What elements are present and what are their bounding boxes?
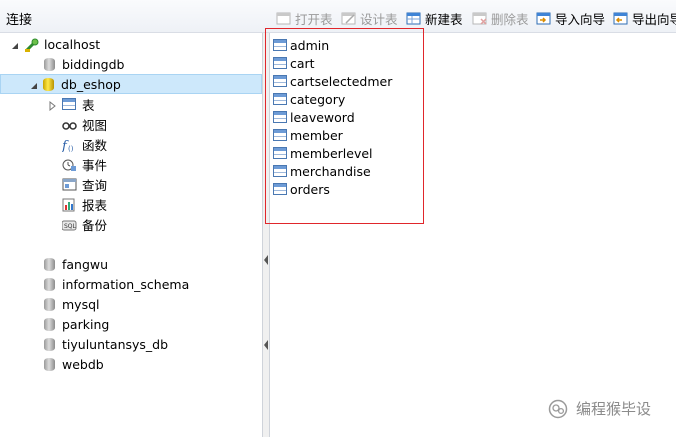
table-icon [62, 97, 76, 111]
wechat-logo-icon [548, 399, 568, 419]
svg-text:(): () [68, 145, 74, 152]
watermark-text: 编程猴毕设 [576, 400, 652, 418]
tree-item-biddingdb[interactable]: biddingdb [44, 54, 124, 74]
tree-item-fangwu[interactable]: fangwu [44, 254, 108, 274]
tree-label: 视图 [82, 117, 108, 133]
tree-label: 表 [82, 97, 95, 113]
expand-arrow-icon[interactable] [48, 99, 58, 112]
tree-label: parking [62, 316, 110, 332]
connection-icon [24, 38, 39, 52]
function-icon: f() [61, 138, 76, 154]
svg-text:SQL: SQL [64, 223, 77, 230]
tree-item-reports[interactable]: 报表 [62, 194, 107, 214]
tree-label: db_eshop [61, 76, 121, 92]
tree-item-parking[interactable]: parking [44, 314, 109, 334]
tree-label: webdb [62, 356, 104, 372]
database-icon [44, 297, 55, 311]
delete-table-button[interactable]: 删除表 [472, 9, 529, 27]
tree-label: information_schema [62, 276, 190, 292]
new-table-label: 新建表 [425, 11, 463, 27]
tree-item-functions[interactable]: f() 函数 [61, 134, 108, 154]
tree-label: fangwu [62, 256, 109, 272]
backup-icon: SQL [61, 218, 77, 231]
database-icon [43, 77, 54, 91]
tree-label: tiyuluntansys_db [62, 336, 169, 352]
tree-label: 报表 [82, 197, 108, 213]
database-icon [44, 357, 55, 371]
database-icon [44, 337, 55, 351]
collapse-arrow-icon[interactable] [10, 39, 20, 49]
tree-label: localhost [44, 36, 101, 52]
tree-item-localhost[interactable]: localhost [10, 34, 100, 54]
tree-item-queries[interactable]: 查询 [62, 174, 107, 194]
open-table-button[interactable]: 打开表 [276, 9, 333, 27]
open-table-label: 打开表 [295, 11, 333, 27]
view-icon [62, 118, 77, 131]
export-wizard-icon [613, 11, 629, 25]
export-wizard-label: 导出向导 [632, 11, 676, 27]
delete-table-label: 删除表 [491, 11, 529, 27]
tree-item-events[interactable]: 事件 [62, 154, 107, 174]
open-table-icon [276, 11, 292, 25]
tree-item-backups[interactable]: SQL 备份 [61, 214, 108, 234]
export-wizard-button[interactable]: 导出向导 [613, 9, 676, 27]
new-table-icon [406, 11, 422, 25]
import-wizard-label: 导入向导 [555, 11, 606, 27]
tree-item-mysql[interactable]: mysql [44, 294, 100, 314]
tree-item-information_schema[interactable]: information_schema [44, 274, 189, 294]
connection-tree: localhost biddingdb db_eshop 表 视图 f() 函数 [0, 33, 262, 437]
tree-label: 备份 [82, 217, 108, 233]
collapse-arrow-icon[interactable] [29, 79, 39, 89]
database-icon [44, 317, 55, 331]
collapse-left-icon[interactable] [264, 339, 268, 351]
database-icon [44, 257, 55, 271]
report-icon [62, 198, 76, 211]
highlight-box [265, 28, 424, 224]
tree-label: 函数 [82, 137, 108, 153]
tree-label: biddingdb [62, 56, 125, 72]
tree-label: mysql [62, 296, 100, 312]
import-wizard-icon [536, 11, 552, 25]
new-table-button[interactable]: 新建表 [406, 9, 463, 27]
tree-label: 事件 [82, 157, 108, 173]
tree-item-db_eshop[interactable]: db_eshop [0, 74, 262, 94]
design-table-button[interactable]: 设计表 [341, 9, 398, 27]
tree-item-tiyuluntansys_db[interactable]: tiyuluntansys_db [44, 334, 168, 354]
tree-item-webdb[interactable]: webdb [44, 354, 104, 374]
tree-label: 查询 [82, 177, 108, 193]
connection-panel-title: 连接 [6, 13, 33, 28]
database-icon [44, 277, 55, 291]
collapse-left-icon[interactable] [264, 254, 268, 266]
tree-item-tables[interactable]: 表 [48, 94, 95, 114]
event-icon [62, 158, 76, 171]
delete-table-icon [472, 11, 488, 25]
import-wizard-button[interactable]: 导入向导 [536, 9, 605, 27]
tree-item-views[interactable]: 视图 [62, 114, 107, 134]
design-table-icon [341, 11, 357, 25]
watermark: 编程猴毕设 [548, 398, 651, 419]
query-icon [62, 178, 77, 191]
database-icon [44, 57, 55, 71]
design-table-label: 设计表 [360, 11, 398, 27]
